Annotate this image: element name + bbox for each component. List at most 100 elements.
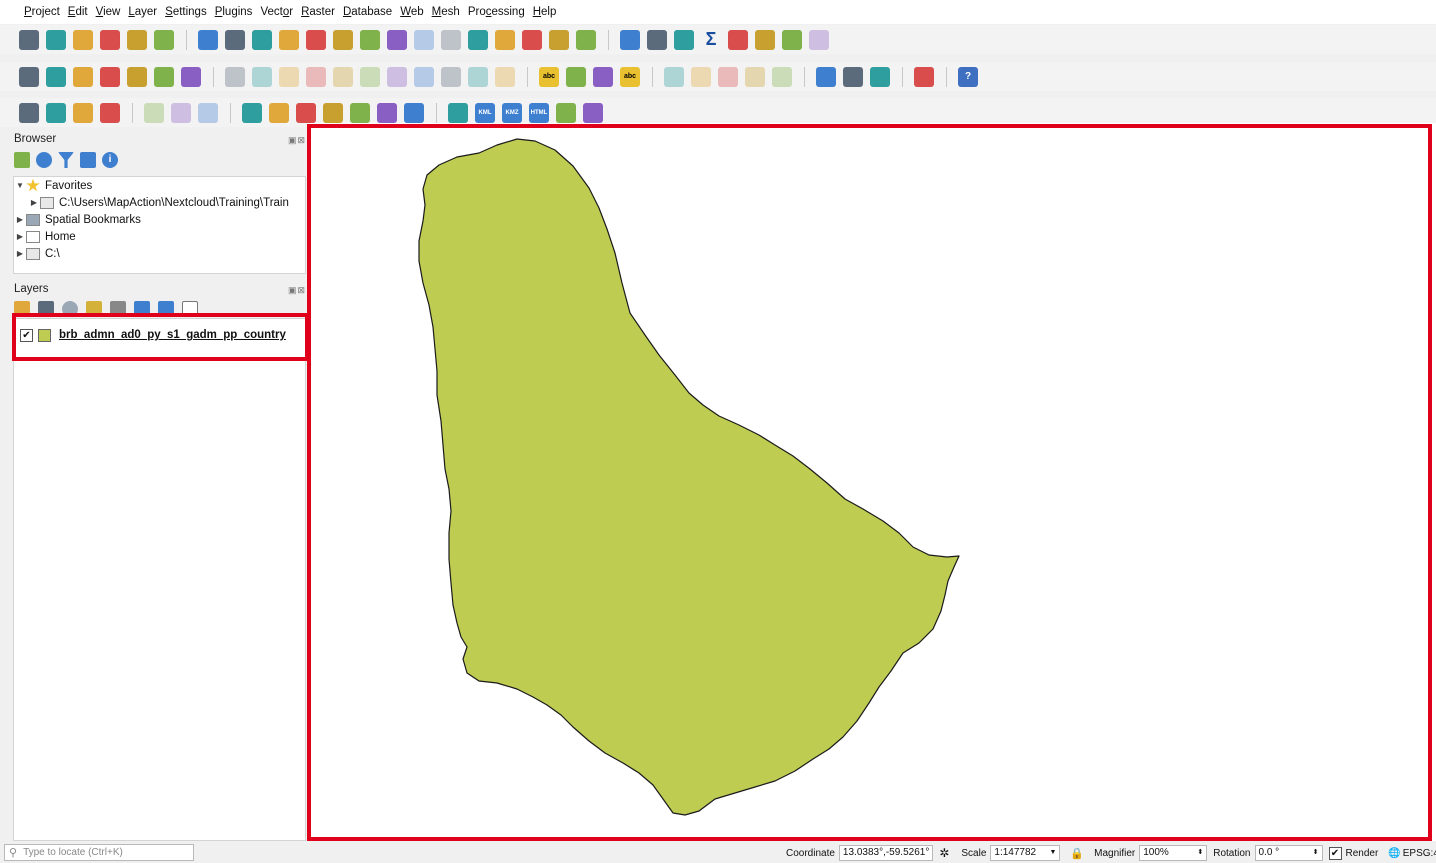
add-feature-button[interactable]: [303, 64, 329, 90]
refresh-icon[interactable]: [36, 152, 52, 168]
scale-field[interactable]: 1:147782 ▼: [990, 845, 1061, 861]
panel-float-close-icon[interactable]: ▣⊠: [288, 285, 306, 296]
table-export-button[interactable]: [580, 100, 606, 126]
measure-line-button[interactable]: [401, 100, 427, 126]
globe2-button[interactable]: [840, 64, 866, 90]
add-vector-button[interactable]: [124, 64, 150, 90]
kmz-button[interactable]: KMZ: [499, 100, 525, 126]
save-project-button[interactable]: [70, 27, 96, 53]
menu-vector[interactable]: Vector: [256, 0, 297, 24]
lock-icon[interactable]: 🔒: [1070, 847, 1084, 860]
digitize-button[interactable]: [70, 64, 96, 90]
layer-name[interactable]: brb_admn_ad0_py_s1_gadm_pp_country: [59, 329, 286, 341]
browser-item[interactable]: ▶ C:\: [14, 245, 305, 262]
save-as-button[interactable]: [97, 27, 123, 53]
zoom-last-button[interactable]: [411, 27, 437, 53]
locator-search-input[interactable]: ⚲ Type to locate (Ctrl+K): [4, 844, 194, 861]
pin-label-button[interactable]: [661, 64, 687, 90]
open-field-calc-button[interactable]: [141, 100, 167, 126]
select-features-button[interactable]: [266, 100, 292, 126]
deselect-button[interactable]: [43, 100, 69, 126]
highlight-label-button[interactable]: [590, 64, 616, 90]
filter-legend-icon[interactable]: [86, 301, 102, 317]
add-group-icon[interactable]: [38, 301, 54, 317]
chevron-right-icon[interactable]: ▶: [14, 249, 26, 258]
annotation-button[interactable]: [779, 27, 805, 53]
add-polygon-button[interactable]: [293, 100, 319, 126]
redo-button[interactable]: [492, 64, 518, 90]
attribute-table-button[interactable]: [644, 27, 670, 53]
chevron-right-icon[interactable]: ▶: [14, 215, 26, 224]
sum-button[interactable]: Σ: [698, 27, 724, 53]
chevron-right-icon[interactable]: ▶: [14, 232, 26, 241]
text-annotation-button[interactable]: [239, 100, 265, 126]
menu-database[interactable]: Database: [339, 0, 396, 24]
select-location-button[interactable]: [97, 100, 123, 126]
menu-view[interactable]: View: [92, 0, 125, 24]
zoom-selection-button[interactable]: [330, 27, 356, 53]
browser-item[interactable]: ▶ Home: [14, 228, 305, 245]
toggle-label-button[interactable]: abc: [617, 64, 643, 90]
paste-button[interactable]: [438, 64, 464, 90]
coordinate-field[interactable]: 13.0383°,-59.5261°: [838, 845, 934, 861]
zoom-next-button[interactable]: [438, 27, 464, 53]
menu-help[interactable]: Help: [529, 0, 561, 24]
move-label-button[interactable]: [715, 64, 741, 90]
layer-styling-icon[interactable]: [14, 301, 30, 317]
pan-button[interactable]: [195, 27, 221, 53]
vertex-tool-button[interactable]: [330, 64, 356, 90]
pan-to-selection-button[interactable]: [222, 27, 248, 53]
layer-symbol-swatch[interactable]: [38, 328, 51, 342]
statistics-button[interactable]: [671, 27, 697, 53]
print-layout-button[interactable]: [124, 27, 150, 53]
menu-settings[interactable]: Settings: [161, 0, 211, 24]
kml-button[interactable]: KML: [472, 100, 498, 126]
add-selected-layers-icon[interactable]: [14, 152, 30, 168]
menu-plugins[interactable]: Plugins: [211, 0, 257, 24]
globe3-button[interactable]: [867, 64, 893, 90]
map-canvas[interactable]: [307, 123, 1436, 841]
browser-tree[interactable]: ▼ Favorites ▶ C:\Users\MapAction\Nextcloud\…: [13, 176, 306, 274]
menu-processing[interactable]: Processing: [464, 0, 529, 24]
chevron-down-icon[interactable]: ▼: [14, 181, 26, 190]
zoom-full-button[interactable]: [303, 27, 329, 53]
layer-visibility-checkbox[interactable]: ✔: [20, 328, 33, 342]
show-hide-label-button[interactable]: [688, 64, 714, 90]
layers-export-button[interactable]: [553, 100, 579, 126]
rotate-label-button[interactable]: [742, 64, 768, 90]
menu-raster[interactable]: Raster: [297, 0, 339, 24]
layer-diagram-button[interactable]: [563, 64, 589, 90]
select-by-value-button[interactable]: [70, 100, 96, 126]
globe1-button[interactable]: [813, 64, 839, 90]
crs-globe-icon[interactable]: 🌐: [1388, 848, 1400, 859]
open-project-button[interactable]: [43, 27, 69, 53]
collapse-all-icon[interactable]: [158, 301, 174, 317]
browser-item[interactable]: ▶ Spatial Bookmarks: [14, 211, 305, 228]
zoom-out-button[interactable]: [276, 27, 302, 53]
zoom-layer-button[interactable]: [357, 27, 383, 53]
add-raster-button[interactable]: [151, 64, 177, 90]
time-button[interactable]: [546, 27, 572, 53]
new-project-button[interactable]: [16, 27, 42, 53]
current-edits-button[interactable]: [222, 64, 248, 90]
barbados-polygon[interactable]: [418, 138, 960, 816]
toggle-editing-button[interactable]: [249, 64, 275, 90]
collapse-all-icon[interactable]: [80, 152, 96, 168]
undo-button[interactable]: [465, 64, 491, 90]
select-button[interactable]: [16, 100, 42, 126]
chevron-right-icon[interactable]: ▶: [28, 198, 40, 207]
change-label-button[interactable]: [769, 64, 795, 90]
style-manager-button[interactable]: [151, 27, 177, 53]
add-point-button[interactable]: [347, 100, 373, 126]
style-button[interactable]: [806, 27, 832, 53]
new-geopackage-button[interactable]: [43, 64, 69, 90]
data-source-manager-button[interactable]: [16, 64, 42, 90]
magnifier-field[interactable]: 100% ⬍: [1139, 845, 1208, 861]
temporal-button[interactable]: [519, 27, 545, 53]
browser-item[interactable]: ▼ Favorites: [14, 177, 305, 194]
copy-button[interactable]: [411, 64, 437, 90]
zoom-in-button[interactable]: [249, 27, 275, 53]
expression-filter-icon[interactable]: [110, 301, 126, 317]
render-checkbox[interactable]: ✔: [1328, 846, 1342, 860]
edit-pencil-button[interactable]: [97, 64, 123, 90]
